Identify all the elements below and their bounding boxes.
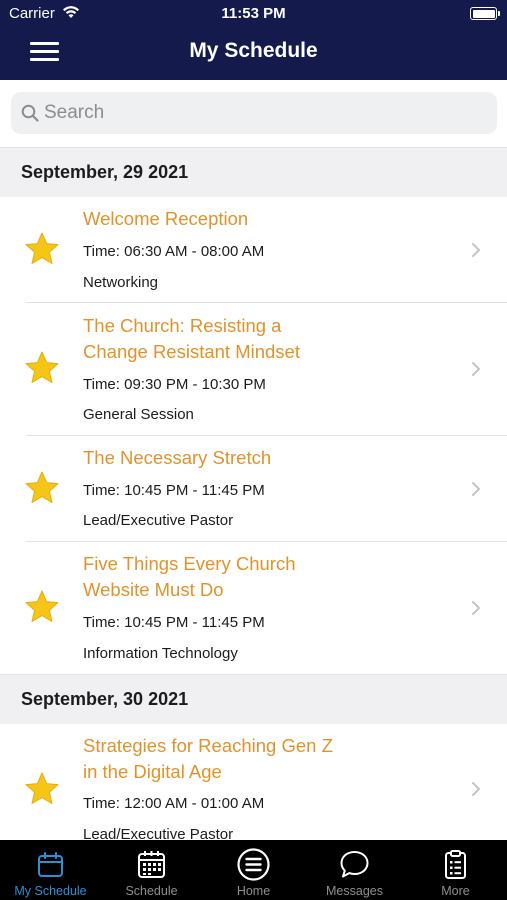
session-title-line: The Church: Resisting a: [83, 315, 282, 336]
tab-more[interactable]: More: [405, 840, 506, 900]
chevron-right-icon: [472, 482, 480, 496]
section-date: September, 29 2021: [21, 162, 189, 182]
session-time: Time: 10:45 PM - 11:45 PM: [83, 482, 265, 499]
session-track: Lead/Executive Pastor: [83, 512, 234, 529]
chat-bubble-icon: [340, 851, 369, 878]
session-time: Time: 10:45 PM - 11:45 PM: [83, 614, 265, 631]
chevron-right-icon: [472, 782, 480, 796]
chevron-right-icon: [472, 362, 480, 376]
section-header-date: September, 29 2021: [0, 147, 507, 197]
tab-label: Home: [236, 884, 271, 898]
tab-schedule[interactable]: Schedule: [101, 840, 202, 900]
session-track: General Session: [83, 406, 194, 423]
tab-messages[interactable]: Messages: [304, 840, 405, 900]
section-header-date: September, 30 2021: [0, 674, 507, 724]
session-row[interactable]: Welcome Reception Time: 06:30 AM - 08:00…: [0, 197, 507, 303]
tab-bar: My Schedule Schedule Home Messages More: [0, 840, 507, 900]
session-title: The Church: Resisting a Change Resistant…: [83, 313, 383, 365]
session-time: Time: 09:30 PM - 10:30 PM: [83, 376, 266, 393]
search-input[interactable]: [44, 98, 484, 128]
status-time: 11:53 PM: [221, 5, 286, 22]
tab-home[interactable]: Home: [203, 840, 304, 900]
navigation-bar: Carrier 11:53 PM My Schedule: [0, 0, 507, 80]
star-icon[interactable]: [24, 470, 60, 506]
page-title: My Schedule: [189, 39, 318, 62]
session-time: Time: 06:30 AM - 08:00 AM: [83, 243, 265, 260]
session-title-line: Website Must Do: [83, 579, 224, 600]
tab-label: More: [441, 884, 470, 898]
star-icon[interactable]: [24, 589, 60, 625]
search-bar[interactable]: [11, 92, 497, 134]
tab-label: Schedule: [125, 884, 178, 898]
star-icon[interactable]: [24, 231, 60, 267]
tab-label: My Schedule: [14, 884, 87, 898]
session-track: Lead/Executive Pastor: [83, 826, 234, 840]
star-icon[interactable]: [24, 771, 60, 807]
battery-icon: [470, 7, 500, 20]
section-date: September, 30 2021: [21, 689, 189, 709]
session-title: Five Things Every Church Website Must Do: [83, 551, 383, 603]
session-time: Time: 12:00 AM - 01:00 AM: [83, 795, 265, 812]
clipboard-icon: [445, 850, 466, 879]
session-title: Welcome Reception: [83, 208, 249, 229]
session-row[interactable]: Five Things Every Church Website Must Do…: [0, 542, 507, 674]
session-title-line: in the Digital Age: [83, 761, 222, 782]
calendar-grid-icon: [138, 851, 165, 878]
chevron-right-icon: [472, 601, 480, 615]
session-title-line: Change Resistant Mindset: [83, 341, 300, 362]
star-icon[interactable]: [24, 350, 60, 386]
session-title-line: Strategies for Reaching Gen Z: [83, 735, 333, 756]
session-row[interactable]: The Church: Resisting a Change Resistant…: [0, 303, 507, 436]
search-container: [0, 80, 507, 147]
home-menu-icon: [237, 848, 270, 881]
session-row[interactable]: The Necessary Stretch Time: 10:45 PM - 1…: [0, 436, 507, 542]
session-track: Information Technology: [83, 645, 238, 662]
tab-label: Messages: [326, 884, 383, 898]
session-track: Networking: [83, 274, 159, 291]
session-row[interactable]: Strategies for Reaching Gen Z in the Dig…: [0, 724, 507, 840]
search-icon: [21, 104, 39, 122]
session-title: Strategies for Reaching Gen Z in the Dig…: [83, 733, 403, 785]
session-title-line: Five Things Every Church: [83, 553, 296, 574]
tab-my-schedule[interactable]: My Schedule: [0, 840, 101, 900]
chevron-right-icon: [472, 243, 480, 257]
status-bar: Carrier 11:53 PM: [0, 0, 507, 28]
calendar-icon: [38, 852, 63, 877]
session-title: The Necessary Stretch: [83, 447, 272, 468]
